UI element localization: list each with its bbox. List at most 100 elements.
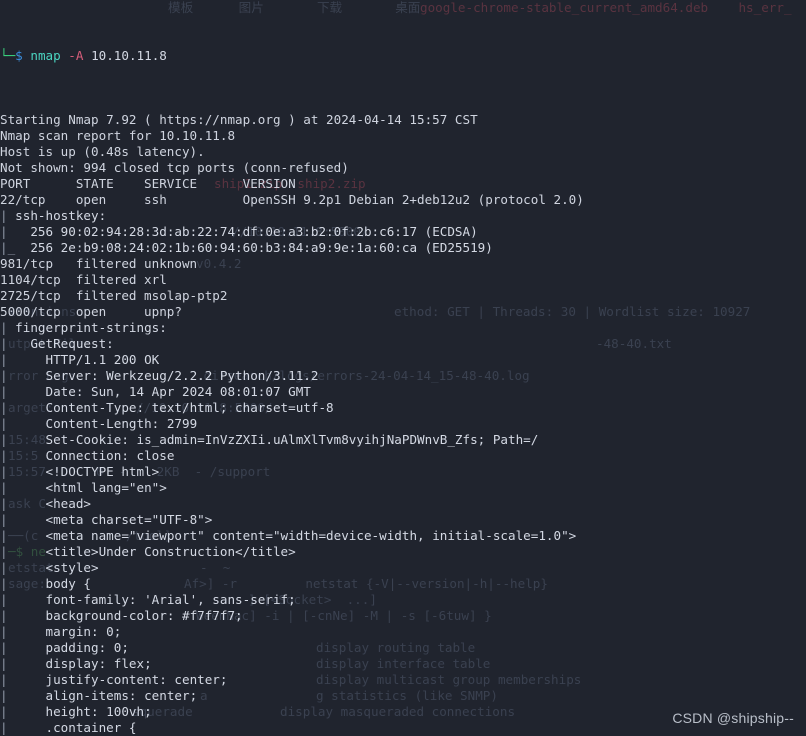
- line-gutter-pipe: |: [0, 560, 8, 575]
- prompt-flag: -A: [68, 48, 84, 63]
- terminal-window[interactable]: 模板 图片 下载 桌面 google-chrome-stable_current_…: [0, 0, 806, 736]
- terminal-line: | GetRequest:: [0, 336, 806, 352]
- line-gutter-pipe: |: [0, 352, 8, 367]
- terminal-line: Nmap scan report for 10.10.11.8: [0, 128, 236, 143]
- line-gutter-pipe: |: [0, 720, 8, 735]
- line-gutter-pipe: |: [0, 624, 8, 639]
- terminal-line: | display: flex;: [0, 656, 806, 672]
- terminal-line: | justify-content: center;: [0, 672, 806, 688]
- line-body: 256 2e:b9:08:24:02:1b:60:94:60:b3:84:a9:…: [15, 240, 493, 255]
- terminal-line: 981/tcp filtered unknown: [0, 256, 198, 271]
- terminal-line: 22/tcp open ssh OpenSSH 9.2p1 Debian 2+d…: [0, 192, 584, 207]
- line-gutter-pipe: |: [0, 464, 8, 479]
- line-gutter-pipe: |: [0, 544, 8, 559]
- prompt-command: nmap: [30, 48, 61, 63]
- line-gutter-pipe: |: [0, 224, 8, 239]
- line-body: <head>: [7, 496, 92, 511]
- line-gutter-pipe: |: [0, 592, 8, 607]
- line-body: font-family: 'Arial', sans-serif;: [7, 592, 296, 607]
- terminal-line: | HTTP/1.1 200 OK: [0, 352, 806, 368]
- line-body: body {: [7, 576, 92, 591]
- line-body: <html lang="en">: [7, 480, 167, 495]
- line-gutter-pipe: |: [0, 320, 8, 335]
- line-body: padding: 0;: [7, 640, 129, 655]
- line-body: Server: Werkzeug/2.2.2 Python/3.11.2: [7, 368, 319, 383]
- terminal-line: | Content-Type: text/html; charset=utf-8: [0, 400, 806, 416]
- terminal-line: | <meta charset="UTF-8">: [0, 512, 806, 528]
- terminal-line: | background-color: #f7f7f7;: [0, 608, 806, 624]
- csdn-watermark: CSDN @shipship--: [672, 710, 794, 726]
- line-gutter-pipe: |: [0, 672, 8, 687]
- prompt-space3: [83, 48, 91, 63]
- line-body: <meta charset="UTF-8">: [7, 512, 213, 527]
- line-gutter-pipe: |_: [0, 240, 16, 255]
- line-gutter-pipe: |: [0, 704, 8, 719]
- line-gutter-pipe: |: [0, 400, 8, 415]
- terminal-line: | margin: 0;: [0, 624, 806, 640]
- line-body: Content-Length: 2799: [7, 416, 198, 431]
- terminal-text-layer: └─$ nmap -A 10.10.11.8 Starting Nmap 7.9…: [0, 0, 806, 736]
- terminal-line: | <head>: [0, 496, 806, 512]
- terminal-line: | padding: 0;: [0, 640, 806, 656]
- nmap-output: Starting Nmap 7.92 ( https://nmap.org ) …: [0, 112, 806, 736]
- terminal-line: | font-family: 'Arial', sans-serif;: [0, 592, 806, 608]
- terminal-line: 1104/tcp filtered xrl: [0, 272, 167, 287]
- line-body: .container {: [7, 720, 137, 735]
- line-body: height: 100vh;: [7, 704, 152, 719]
- line-gutter-pipe: |: [0, 608, 8, 623]
- line-body: ssh-hostkey:: [7, 208, 107, 223]
- terminal-line: | Server: Werkzeug/2.2.2 Python/3.11.2: [0, 368, 806, 384]
- terminal-line: | align-items: center;: [0, 688, 806, 704]
- terminal-line: PORT STATE SERVICE VERSION: [0, 176, 296, 191]
- line-gutter-pipe: |: [0, 688, 8, 703]
- prompt-dollar: $: [15, 48, 23, 63]
- terminal-line: | <meta name="viewport" content="width=d…: [0, 528, 806, 544]
- line-body: Connection: close: [7, 448, 175, 463]
- terminal-line: | Set-Cookie: is_admin=InVzZXIi.uAlmXlTv…: [0, 432, 806, 448]
- terminal-line: | 256 90:02:94:28:3d:ab:22:74:df:0e:a3:b…: [0, 224, 806, 240]
- line-body: Set-Cookie: is_admin=InVzZXIi.uAlmXlTvm8…: [7, 432, 539, 447]
- terminal-line: | body {: [0, 576, 806, 592]
- line-body: background-color: #f7f7f7;: [7, 608, 243, 623]
- terminal-line: | Content-Length: 2799: [0, 416, 806, 432]
- terminal-line: | Date: Sun, 14 Apr 2024 08:01:07 GMT: [0, 384, 806, 400]
- terminal-line: 2725/tcp filtered msolap-ptp2: [0, 288, 228, 303]
- line-gutter-pipe: |: [0, 512, 8, 527]
- prompt-line: └─$ nmap -A 10.10.11.8: [0, 48, 806, 64]
- line-body: HTTP/1.1 200 OK: [7, 352, 160, 367]
- line-body: GetRequest:: [7, 336, 114, 351]
- terminal-line: Host is up (0.48s latency).: [0, 144, 205, 159]
- terminal-line: | <html lang="en">: [0, 480, 806, 496]
- line-body: display: flex;: [7, 656, 152, 671]
- line-gutter-pipe: |: [0, 480, 8, 495]
- line-body: fingerprint-strings:: [7, 320, 167, 335]
- terminal-line: |_ 256 2e:b9:08:24:02:1b:60:94:60:b3:84:…: [0, 240, 806, 256]
- line-gutter-pipe: |: [0, 368, 8, 383]
- line-gutter-pipe: |: [0, 656, 8, 671]
- line-gutter-pipe: |: [0, 496, 8, 511]
- line-gutter-pipe: |: [0, 208, 8, 223]
- terminal-line: | <title>Under Construction</title>: [0, 544, 806, 560]
- line-gutter-pipe: |: [0, 384, 8, 399]
- terminal-line: Not shown: 994 closed tcp ports (conn-re…: [0, 160, 349, 175]
- terminal-line: | ssh-hostkey:: [0, 208, 806, 224]
- line-body: align-items: center;: [7, 688, 198, 703]
- line-body: 256 90:02:94:28:3d:ab:22:74:df:0e:a3:b2:…: [7, 224, 478, 239]
- line-body: <meta name="viewport" content="width=dev…: [7, 528, 577, 543]
- line-body: justify-content: center;: [7, 672, 228, 687]
- prompt-target: 10.10.11.8: [91, 48, 167, 63]
- terminal-line: Starting Nmap 7.92 ( https://nmap.org ) …: [0, 112, 478, 127]
- terminal-line: | Connection: close: [0, 448, 806, 464]
- line-gutter-pipe: |: [0, 336, 8, 351]
- line-gutter-pipe: |: [0, 576, 8, 591]
- line-body: <style>: [7, 560, 99, 575]
- line-body: margin: 0;: [7, 624, 122, 639]
- terminal-line: | fingerprint-strings:: [0, 320, 806, 336]
- line-body: <title>Under Construction</title>: [7, 544, 296, 559]
- line-body: Date: Sun, 14 Apr 2024 08:01:07 GMT: [7, 384, 311, 399]
- terminal-line: | <style>: [0, 560, 806, 576]
- line-body: Content-Type: text/html; charset=utf-8: [7, 400, 334, 415]
- line-gutter-pipe: |: [0, 432, 8, 447]
- line-body: <!DOCTYPE html>: [7, 464, 160, 479]
- line-gutter-pipe: |: [0, 640, 8, 655]
